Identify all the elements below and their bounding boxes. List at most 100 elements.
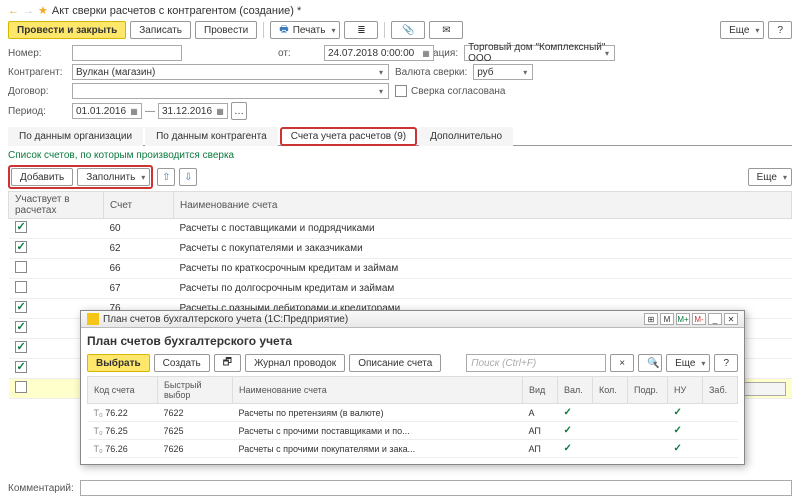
- row-checkbox[interactable]: [15, 301, 27, 313]
- move-down-button[interactable]: ⇩: [179, 168, 197, 186]
- table-row: 67 Расчеты по долгосрочным кредитам и за…: [9, 279, 792, 299]
- popup-m-button[interactable]: M: [660, 313, 674, 325]
- currency-input[interactable]: руб▾: [473, 64, 533, 80]
- window-title: Акт сверки расчетов с контрагентом (созд…: [52, 5, 301, 17]
- star-icon: ★: [38, 4, 48, 17]
- row-code: 62: [104, 239, 174, 259]
- contract-input[interactable]: ▾: [72, 83, 389, 99]
- attach-button[interactable]: 📎: [391, 21, 425, 39]
- popup-help-button[interactable]: ?: [714, 354, 738, 372]
- row-name: Расчеты с покупателями и заказчиками: [174, 239, 792, 259]
- date-label: от:: [278, 48, 318, 59]
- popup-title: План счетов бухгалтерского учета: [87, 334, 738, 348]
- popup-row: T₀ 76.25 7625 Расчеты с прочими поставщи…: [88, 422, 738, 440]
- period-label: Период:: [8, 106, 66, 117]
- agreed-label: Сверка согласована: [411, 86, 506, 97]
- row-checkbox[interactable]: [15, 321, 27, 333]
- period-picker-button[interactable]: …: [231, 102, 247, 120]
- sub-more-button[interactable]: Еще: [748, 168, 792, 186]
- date-input[interactable]: 24.07.2018 0:00:00▦: [324, 45, 434, 61]
- row-checkbox[interactable]: [15, 221, 27, 233]
- popup-create-button[interactable]: Создать: [154, 354, 210, 372]
- contractor-label: Контрагент:: [8, 67, 66, 78]
- list-icon: ≣: [353, 22, 369, 38]
- tree-icon: T₀: [94, 426, 103, 436]
- popup-min-button[interactable]: _: [708, 313, 722, 325]
- period-to-input[interactable]: 31.12.2016▦: [158, 103, 228, 119]
- number-input[interactable]: [72, 45, 182, 61]
- popup-journal-button[interactable]: Журнал проводок: [245, 354, 345, 372]
- col-name[interactable]: Наименование счета: [174, 192, 792, 219]
- print-button[interactable]: 🖶Печать: [270, 21, 340, 39]
- col-participates[interactable]: Участвует в расчетах: [9, 192, 104, 219]
- popup-mplus-button[interactable]: M+: [676, 313, 690, 325]
- calendar-icon[interactable]: ▦: [128, 104, 140, 118]
- paperclip-icon: 📎: [400, 22, 416, 38]
- table-row: 60 Расчеты с поставщиками и подрядчиками: [9, 219, 792, 239]
- calendar-icon[interactable]: ▦: [214, 104, 226, 118]
- popup-select-button[interactable]: Выбрать: [87, 354, 150, 372]
- table-row: 62 Расчеты с покупателями и заказчиками: [9, 239, 792, 259]
- tree-icon: T₀: [94, 444, 103, 454]
- main-toolbar: Провести и закрыть Записать Провести 🖶Пе…: [8, 21, 792, 39]
- tab-accounts[interactable]: Счета учета расчетов (9): [280, 127, 417, 146]
- popup-desc-button[interactable]: Описание счета: [349, 354, 441, 372]
- row-code: 67: [104, 279, 174, 299]
- number-label: Номер:: [8, 48, 66, 59]
- period-from-input[interactable]: 01.01.2016▦: [72, 103, 142, 119]
- fwd-icon[interactable]: →: [23, 5, 34, 17]
- popup-titlebar-text: План счетов бухгалтерского учета (1С:Пре…: [103, 314, 348, 325]
- chart-of-accounts-popup: План счетов бухгалтерского учета (1С:Пре…: [80, 310, 745, 465]
- row-name: Расчеты по краткосрочным кредитам и займ…: [174, 259, 792, 279]
- comment-label: Комментарий:: [8, 483, 74, 494]
- row-code: 60: [104, 219, 174, 239]
- fill-button[interactable]: Заполнить: [77, 168, 150, 186]
- currency-label: Валюта сверки:: [395, 67, 467, 78]
- write-button[interactable]: Записать: [130, 21, 191, 39]
- row-checkbox[interactable]: [15, 281, 27, 293]
- popup-table: Код счета Быстрый выбор Наименование сче…: [87, 376, 738, 458]
- popup-search-button[interactable]: 🗗: [214, 354, 241, 372]
- table-row: 66 Расчеты по краткосрочным кредитам и з…: [9, 259, 792, 279]
- magnifier-icon: 🔍: [647, 358, 659, 369]
- row-checkbox[interactable]: [15, 381, 27, 393]
- popup-mminus-button[interactable]: M-: [692, 313, 706, 325]
- back-icon[interactable]: ←: [8, 5, 19, 17]
- popup-row: T₀ 76.26 7626 Расчеты с прочими покупате…: [88, 440, 738, 458]
- row-checkbox[interactable]: [15, 341, 27, 353]
- print-icon: 🖶: [279, 22, 288, 39]
- tree-icon: T₀: [94, 408, 103, 418]
- col-account[interactable]: Счет: [104, 192, 174, 219]
- more-button[interactable]: Еще: [720, 21, 764, 39]
- report-button[interactable]: ≣: [344, 21, 378, 39]
- row-name: Расчеты по долгосрочным кредитам и займа…: [174, 279, 792, 299]
- row-name: Расчеты с поставщиками и подрядчиками: [174, 219, 792, 239]
- popup-row: T₀ 76.22 7622 Расчеты по претензиям (в в…: [88, 404, 738, 422]
- tabs: По данным организации По данным контраге…: [8, 126, 792, 146]
- calendar-icon[interactable]: ▦: [420, 46, 432, 60]
- popup-calc-button[interactable]: ⊞: [644, 313, 658, 325]
- comment-input[interactable]: [80, 480, 792, 496]
- org-input[interactable]: Торговый дом "Комплексный" ООО▾: [464, 45, 615, 61]
- popup-close-button[interactable]: ✕: [724, 313, 738, 325]
- row-checkbox[interactable]: [15, 241, 27, 253]
- tab-contragent[interactable]: По данным контрагента: [145, 127, 278, 146]
- help-button[interactable]: ?: [768, 21, 792, 39]
- contractor-input[interactable]: Вулкан (магазин)▾: [72, 64, 389, 80]
- save-close-button[interactable]: Провести и закрыть: [8, 21, 126, 39]
- row-checkbox[interactable]: [15, 261, 27, 273]
- popup-search-input[interactable]: Поиск (Ctrl+F): [466, 354, 606, 372]
- section-title: Список счетов, по которым производится с…: [8, 150, 792, 161]
- app-icon: [87, 313, 99, 325]
- tab-additional[interactable]: Дополнительно: [419, 127, 513, 146]
- tab-org[interactable]: По данным организации: [8, 127, 143, 146]
- popup-more-button[interactable]: Еще: [666, 354, 710, 372]
- agreed-checkbox[interactable]: [395, 85, 407, 97]
- popup-clear-search-button[interactable]: ×: [610, 354, 634, 372]
- popup-find-button[interactable]: 🔍: [638, 354, 662, 372]
- email-button[interactable]: ✉: [429, 21, 463, 39]
- add-button[interactable]: Добавить: [11, 168, 73, 186]
- move-up-button[interactable]: ⇧: [157, 168, 175, 186]
- post-button[interactable]: Провести: [195, 21, 257, 39]
- row-checkbox[interactable]: [15, 361, 27, 373]
